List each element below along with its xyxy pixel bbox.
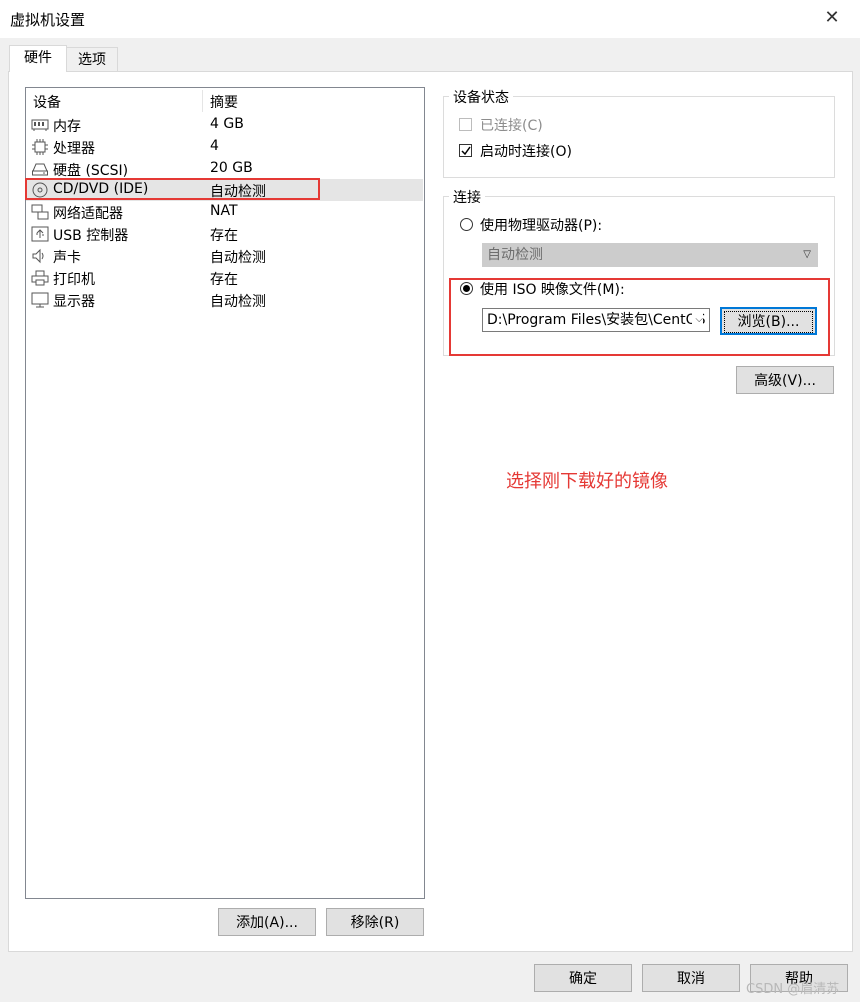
device-name: 网络适配器: [53, 206, 123, 222]
device-name: 显示器: [53, 294, 95, 310]
device-name: 内存: [53, 119, 81, 135]
memory-icon: [31, 119, 49, 131]
device-name: 声卡: [53, 250, 81, 266]
watermark: CSDN @眉清苏: [746, 982, 840, 997]
tab-hardware[interactable]: 硬件: [9, 45, 67, 72]
physical-drive-select[interactable]: 自动检测 ▽: [482, 243, 818, 267]
checkmark-icon: [461, 146, 471, 156]
device-name: USB 控制器: [53, 228, 129, 244]
ok-button[interactable]: 确定: [534, 964, 632, 992]
device-summary: 4 GB: [210, 116, 244, 132]
list-item[interactable]: 内存 4 GB: [26, 114, 423, 136]
usb-icon: [31, 226, 49, 242]
device-status-title: 设备状态: [449, 87, 513, 107]
annotation-text: 选择刚下载好的镜像: [506, 471, 668, 492]
connection-title: 连接: [449, 187, 485, 207]
device-name: 打印机: [53, 272, 95, 288]
title-bar: [0, 0, 860, 38]
device-name: 处理器: [53, 141, 95, 157]
list-item[interactable]: USB 控制器 存在: [26, 223, 423, 245]
list-item[interactable]: 打印机 存在: [26, 267, 423, 289]
printer-icon: [31, 270, 49, 286]
physical-drive-label: 使用物理驱动器(P):: [480, 218, 603, 234]
list-item[interactable]: 硬盘 (SCSI) 20 GB: [26, 158, 423, 180]
advanced-button[interactable]: 高级(V)...: [736, 366, 834, 394]
chevron-down-icon: ▽: [803, 249, 811, 260]
connected-label: 已连接(C): [480, 118, 543, 134]
remove-button[interactable]: 移除(R): [326, 908, 424, 936]
device-summary: 4: [210, 138, 219, 154]
tab-options[interactable]: 选项: [66, 47, 118, 72]
device-summary: 存在: [210, 228, 238, 244]
highlight-box-cd-dvd: [25, 178, 320, 200]
column-header-summary[interactable]: 摘要: [210, 92, 238, 112]
column-divider[interactable]: [202, 90, 203, 112]
network-adapter-icon: [31, 204, 49, 220]
device-summary: 自动检测: [210, 250, 266, 266]
device-summary: 20 GB: [210, 160, 253, 176]
column-header-device[interactable]: 设备: [33, 92, 61, 112]
device-summary: NAT: [210, 203, 238, 219]
physical-drive-radio[interactable]: [460, 218, 473, 231]
list-item[interactable]: 网络适配器 NAT: [26, 201, 423, 223]
list-item[interactable]: 显示器 自动检测: [26, 289, 423, 311]
list-item[interactable]: 声卡 自动检测: [26, 245, 423, 267]
highlight-box-iso: [449, 278, 830, 356]
connected-checkbox[interactable]: [459, 118, 472, 131]
close-button[interactable]: ✕: [820, 6, 844, 30]
monitor-icon: [31, 292, 49, 308]
speaker-icon: [32, 248, 44, 264]
device-status-group: [443, 96, 835, 178]
connect-at-power-on-checkbox[interactable]: [459, 144, 472, 157]
hard-disk-icon: [32, 163, 48, 176]
cancel-button[interactable]: 取消: [642, 964, 740, 992]
device-summary: 存在: [210, 272, 238, 288]
connect-at-power-on-label: 启动时连接(O): [480, 144, 572, 160]
cpu-icon: [32, 139, 48, 155]
add-button[interactable]: 添加(A)...: [218, 908, 316, 936]
device-name: 硬盘 (SCSI): [53, 163, 129, 179]
physical-drive-value: 自动检测: [487, 247, 543, 263]
list-item[interactable]: 处理器 4: [26, 136, 423, 158]
device-summary: 自动检测: [210, 294, 266, 310]
window-title: 虚拟机设置: [10, 11, 86, 29]
